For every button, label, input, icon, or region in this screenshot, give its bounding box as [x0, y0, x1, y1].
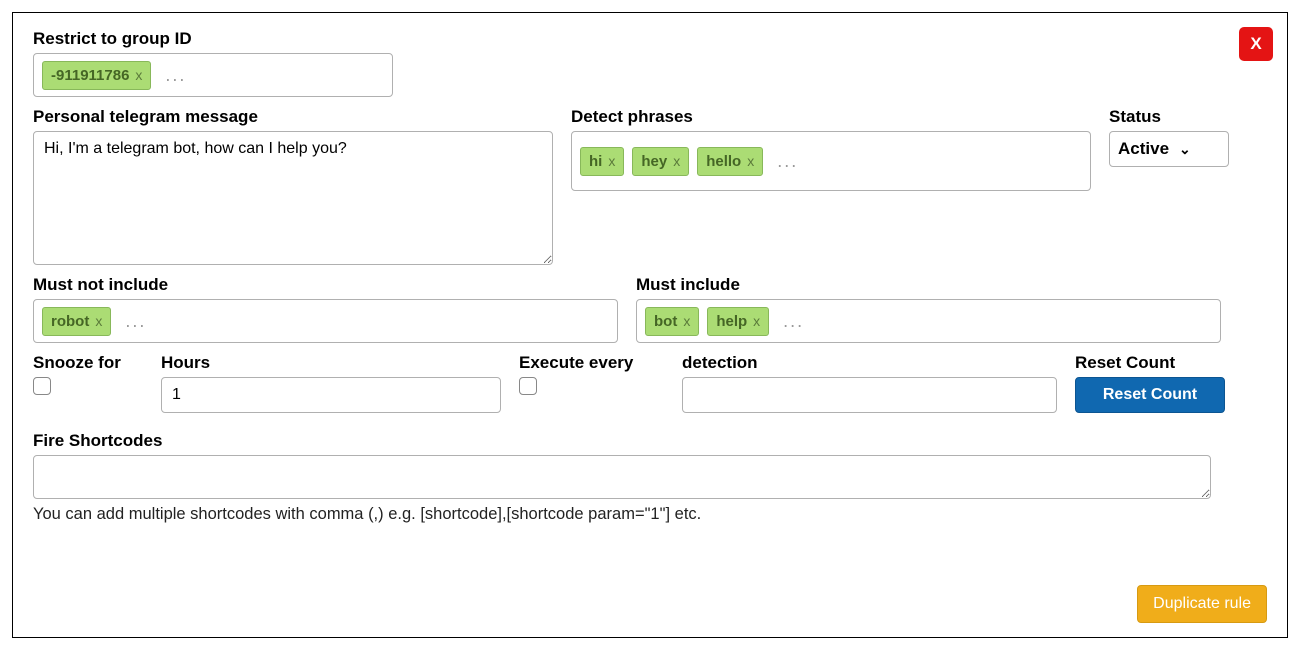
must-include-input[interactable]: bot x help x ...: [636, 299, 1221, 343]
detection-label: detection: [682, 353, 1057, 373]
reset-count-button[interactable]: Reset Count: [1075, 377, 1225, 413]
close-icon: X: [1250, 34, 1261, 54]
tag-input-placeholder: ...: [777, 311, 804, 332]
must-include-tag[interactable]: bot x: [645, 307, 699, 336]
rule-panel: X Restrict to group ID -911911786 x ... …: [12, 12, 1288, 638]
tag-input-placeholder: ...: [119, 311, 146, 332]
status-label: Status: [1109, 107, 1229, 127]
detection-input[interactable]: [682, 377, 1057, 413]
group-id-label: Restrict to group ID: [33, 29, 393, 49]
shortcodes-textarea[interactable]: [33, 455, 1211, 499]
tag-remove-icon[interactable]: x: [753, 313, 760, 329]
detect-tag[interactable]: hi x: [580, 147, 624, 176]
must-include-tag[interactable]: help x: [707, 307, 769, 336]
reset-count-label: Reset Count: [1075, 353, 1225, 373]
chevron-down-icon: ⌄: [1179, 141, 1191, 158]
shortcodes-helper: You can add multiple shortcodes with com…: [33, 505, 1267, 524]
status-select[interactable]: Active ⌄: [1109, 131, 1229, 167]
tag-remove-icon[interactable]: x: [673, 153, 680, 169]
must-not-input[interactable]: robot x ...: [33, 299, 618, 343]
tag-text: hi: [589, 153, 602, 170]
tag-text: hey: [641, 153, 667, 170]
tag-text: help: [716, 313, 747, 330]
tag-remove-icon[interactable]: x: [608, 153, 615, 169]
tag-input-placeholder: ...: [771, 151, 798, 172]
detect-label: Detect phrases: [571, 107, 1091, 127]
tag-remove-icon[interactable]: x: [95, 313, 102, 329]
status-value: Active: [1118, 139, 1169, 159]
duplicate-rule-button[interactable]: Duplicate rule: [1137, 585, 1267, 623]
detect-tag[interactable]: hello x: [697, 147, 763, 176]
must-include-label: Must include: [636, 275, 1221, 295]
tag-remove-icon[interactable]: x: [135, 67, 142, 83]
snooze-checkbox[interactable]: [33, 377, 51, 395]
execute-every-checkbox[interactable]: [519, 377, 537, 395]
message-textarea[interactable]: [33, 131, 553, 265]
close-button[interactable]: X: [1239, 27, 1273, 61]
hours-label: Hours: [161, 353, 501, 373]
tag-text: -911911786: [51, 67, 129, 84]
detect-tag[interactable]: hey x: [632, 147, 689, 176]
must-not-label: Must not include: [33, 275, 618, 295]
tag-text: hello: [706, 153, 741, 170]
tag-text: robot: [51, 313, 89, 330]
must-not-tag[interactable]: robot x: [42, 307, 111, 336]
group-id-input[interactable]: -911911786 x ...: [33, 53, 393, 97]
hours-input[interactable]: [161, 377, 501, 413]
execute-every-label: Execute every: [519, 353, 664, 373]
detect-input[interactable]: hi x hey x hello x ...: [571, 131, 1091, 191]
snooze-label: Snooze for: [33, 353, 143, 373]
group-id-tag[interactable]: -911911786 x: [42, 61, 151, 90]
tag-remove-icon[interactable]: x: [747, 153, 754, 169]
tag-remove-icon[interactable]: x: [683, 313, 690, 329]
tag-input-placeholder: ...: [159, 65, 186, 86]
shortcodes-label: Fire Shortcodes: [33, 431, 1267, 451]
tag-text: bot: [654, 313, 677, 330]
message-label: Personal telegram message: [33, 107, 553, 127]
